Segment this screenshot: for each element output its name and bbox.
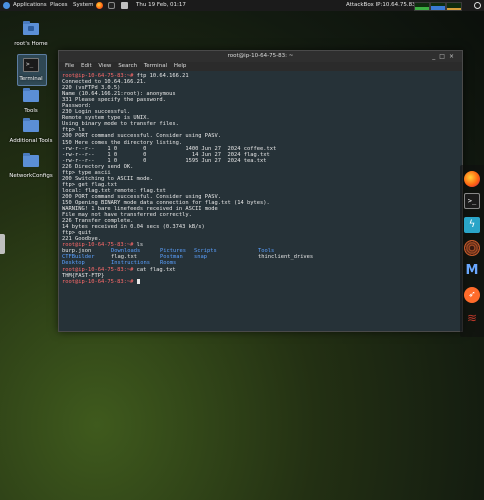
- menu-search[interactable]: Search: [118, 63, 137, 69]
- places-menu[interactable]: Places: [50, 0, 68, 11]
- dragon-icon[interactable]: ≋: [464, 310, 480, 326]
- firefox-launcher-icon[interactable]: [96, 2, 103, 9]
- right-dock: >_ ϟ M ➶ ≋: [460, 165, 484, 337]
- terminal-launcher-icon[interactable]: [108, 2, 115, 9]
- folder-icon: [23, 118, 39, 132]
- home-folder-icon: [23, 21, 39, 35]
- prompt: root@ip-10-64-75-83:~#: [62, 266, 134, 273]
- firefox-icon[interactable]: [464, 171, 480, 187]
- network-graph: [446, 2, 462, 11]
- terminal-line[interactable]: root@ip-10-64-75-83:~#: [62, 278, 459, 285]
- menu-help[interactable]: Help: [174, 63, 187, 69]
- ls-entry: snap: [194, 254, 207, 261]
- menu-edit[interactable]: Edit: [81, 63, 92, 69]
- terminal-output[interactable]: root@ip-10-64-75-83:~# ftp 10.64.166.21 C…: [59, 71, 462, 325]
- maximize-icon[interactable]: □: [439, 53, 449, 60]
- menu-view[interactable]: View: [98, 63, 111, 69]
- home-folder-shortcut[interactable]: root's Home: [1, 20, 61, 47]
- terminal-window[interactable]: root@ip-10-64-75-83: ~ _□× File Edit Vie…: [58, 50, 463, 332]
- top-panel: Applications Places System Thu 19 Feb, 0…: [0, 0, 484, 11]
- activities-icon[interactable]: [3, 2, 10, 9]
- folder-icon: [23, 153, 39, 167]
- clock[interactable]: Thu 19 Feb, 01:17: [136, 0, 186, 11]
- spiral-icon[interactable]: [464, 240, 480, 256]
- desktop-icon-label: Tools: [24, 108, 38, 114]
- ls-entry: thinclient_drives: [258, 254, 314, 261]
- desktop-icon-label: root's Home: [14, 41, 48, 47]
- menu-file[interactable]: File: [65, 63, 74, 69]
- power-icon[interactable]: [474, 2, 481, 9]
- window-title: root@ip-10-64-75-83: ~: [227, 53, 294, 59]
- prompt: root@ip-10-64-75-83:~#: [62, 278, 134, 285]
- system-menu[interactable]: System: [73, 0, 94, 11]
- window-titlebar[interactable]: root@ip-10-64-75-83: ~ _□×: [59, 51, 462, 62]
- desktop-icon-label: Terminal: [19, 76, 43, 82]
- terminal-icon: >_: [23, 58, 39, 72]
- compass-icon[interactable]: ➶: [464, 287, 480, 303]
- folder-launcher-icon[interactable]: [121, 2, 128, 9]
- tools-folder-shortcut[interactable]: Tools: [1, 87, 61, 114]
- terminal-menubar: File Edit View Search Terminal Help: [59, 62, 462, 71]
- cpu-graph: [414, 2, 430, 11]
- desktop-icon-label: Additional Tools: [9, 138, 53, 144]
- terminal-shortcut[interactable]: >_ Terminal: [1, 57, 61, 82]
- networkconfigs-folder-shortcut[interactable]: NetworkConfigs: [1, 152, 61, 179]
- desktop-icon-label: NetworkConfigs: [9, 173, 53, 179]
- additional-tools-folder-shortcut[interactable]: Additional Tools: [1, 117, 61, 144]
- attackbox-ip: AttackBox IP:10.64.75.83: [346, 2, 416, 8]
- bolt-icon[interactable]: ϟ: [464, 217, 480, 233]
- text-cursor: [136, 278, 140, 284]
- menu-terminal[interactable]: Terminal: [144, 63, 167, 69]
- applications-menu[interactable]: Applications: [13, 0, 47, 11]
- close-icon[interactable]: ×: [449, 53, 458, 60]
- side-panel-handle[interactable]: [0, 234, 5, 254]
- terminal-icon[interactable]: >_: [464, 193, 480, 209]
- memory-graph: [430, 2, 446, 11]
- metasploit-icon[interactable]: M: [464, 263, 480, 279]
- folder-icon: [23, 88, 39, 102]
